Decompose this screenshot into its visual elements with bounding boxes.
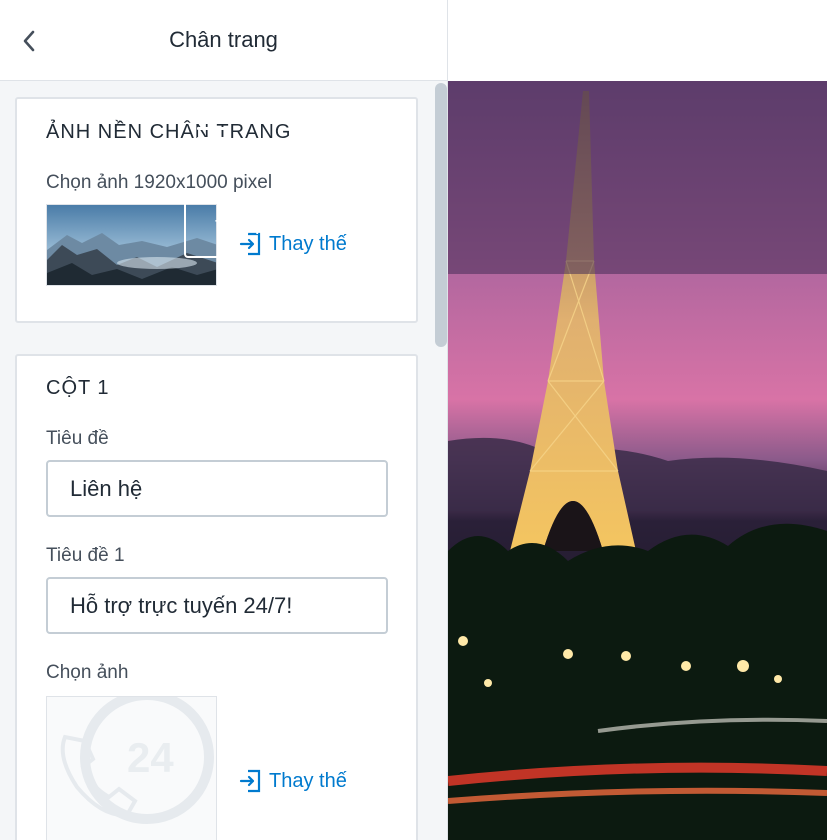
image-size-hint: Chọn ảnh 1920x1000 pixel [46,172,273,193]
settings-scroll-area[interactable]: ẢNH NỀN CHÂN TRANG Chọn ảnh 1920x1000 pi… [0,81,432,840]
tour-search-input[interactable] [184,198,394,258]
column-1-card: CỘT 1 Tiêu đề Tiêu đề 1 Chọn ảnh 24 Thay… [15,354,418,840]
heading-1-input[interactable] [46,577,388,634]
site-preview [448,0,827,840]
svg-text:24: 24 [127,734,174,781]
replace-column-image-button[interactable]: Thay thế [239,769,347,793]
replace-label: Thay thế [269,769,347,792]
image-label: Chọn ảnh [46,662,129,683]
column-image-thumbnail[interactable]: 24 [46,696,217,840]
preview-nav-bar [448,81,827,274]
support-24-icon: 24 [60,697,214,824]
section-title: CỘT 1 [46,377,110,399]
panel-header: Chân trang [0,0,447,81]
import-icon [239,769,261,793]
heading-input[interactable] [46,460,388,517]
scrollbar-thumb[interactable] [435,83,447,347]
heading-1-label: Tiêu đề 1 [46,545,125,566]
heading-label: Tiêu đề [46,428,109,449]
hamburger-icon[interactable] [197,127,231,151]
settings-panel: Chân trang ẢNH NỀN CHÂN TRANG Chọn ảnh 1… [0,0,448,840]
preview-top-bar [448,0,827,81]
panel-title: Chân trang [169,27,278,52]
section-title: ẢNH NỀN CHÂN TRANG [46,121,292,143]
